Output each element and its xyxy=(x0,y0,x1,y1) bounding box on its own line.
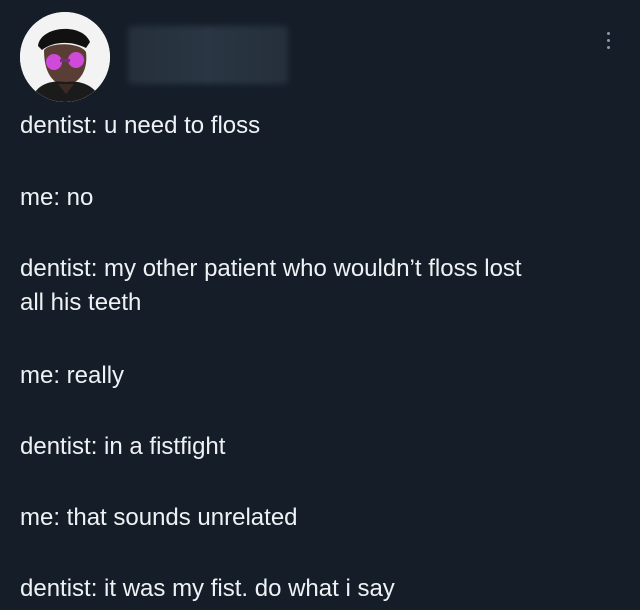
tweet-line: dentist: in a fistfight xyxy=(20,433,226,460)
username-blurred[interactable] xyxy=(128,26,288,84)
more-options-button[interactable] xyxy=(600,24,616,56)
tweet-header xyxy=(0,0,640,110)
tweet-line: dentist: u need to floss xyxy=(20,112,261,139)
tweet-line: all his teeth xyxy=(20,289,142,316)
tweet-line: me: no xyxy=(20,184,94,211)
avatar[interactable] xyxy=(20,12,110,102)
tweet-line: dentist: my other patient who wouldn’t f… xyxy=(20,255,522,282)
more-dot-icon xyxy=(606,38,610,42)
more-dot-icon xyxy=(606,31,610,35)
tweet-line: me: really xyxy=(20,362,125,389)
tweet-line: dentist: it was my fist. do what i say xyxy=(20,575,395,602)
more-dot-icon xyxy=(606,45,610,49)
tweet-line: me: that sounds unrelated xyxy=(20,504,298,531)
